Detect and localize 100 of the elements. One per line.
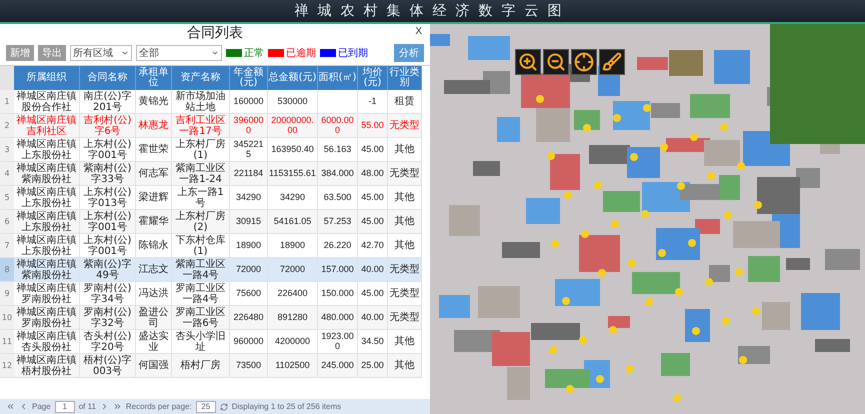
- table-cell: 45.00: [358, 138, 388, 162]
- table-cell: 57.253: [318, 210, 358, 234]
- table-cell: 75600: [230, 282, 268, 306]
- row-number[interactable]: 1: [0, 90, 14, 114]
- overview-thumbnail[interactable]: [668, 49, 704, 77]
- table-cell: 无类型: [388, 162, 422, 186]
- table-cell: 无类型: [388, 258, 422, 282]
- table-cell: 163950.40: [268, 138, 318, 162]
- map-tool-button[interactable]: [571, 49, 597, 75]
- table-cell: 18900: [230, 234, 268, 258]
- table-cell: 无类型: [388, 114, 422, 138]
- row-number[interactable]: 9: [0, 282, 14, 306]
- previous-page-icon[interactable]: [19, 402, 28, 411]
- table-cell: 下东村仓库(1): [172, 234, 230, 258]
- column-header[interactable]: 资产名称: [172, 66, 230, 90]
- column-header[interactable]: 承租单位: [136, 66, 172, 90]
- per-page-label: Records per page:: [126, 402, 192, 411]
- filter-select[interactable]: 全部: [136, 45, 222, 61]
- table-cell: 林惠龙: [136, 114, 172, 138]
- table-cell: 226400: [268, 282, 318, 306]
- row-number[interactable]: 6: [0, 210, 14, 234]
- table-cell: 紫南工业区一路4号: [172, 258, 230, 282]
- table-cell: 禅城区南庄镇上东股份社: [14, 234, 80, 258]
- row-number[interactable]: 7: [0, 234, 14, 258]
- table-cell: -1: [358, 90, 388, 114]
- row-number[interactable]: 3: [0, 138, 14, 162]
- legend-label: 已逾期: [286, 46, 316, 60]
- close-button[interactable]: X: [413, 26, 424, 37]
- last-page-icon[interactable]: [112, 402, 122, 411]
- table-cell: 罗南工业区一路6号: [172, 306, 230, 330]
- table-cell: 上东一路1号: [172, 186, 230, 210]
- table-cell: 江志文: [136, 258, 172, 282]
- table-cell: 上东村厂房(1): [172, 138, 230, 162]
- map-tool-button[interactable]: [515, 49, 541, 75]
- table-cell: 上东村(公)字001号: [80, 210, 136, 234]
- dialog-title: 合同列表: [187, 24, 243, 42]
- table-cell: 480.000: [318, 306, 358, 330]
- table-cell: 紫南工业区一路1-24: [172, 162, 230, 186]
- table-cell: [318, 90, 358, 114]
- table-cell: 20000000.00: [268, 114, 318, 138]
- column-header[interactable]: 年金额(元): [230, 66, 268, 90]
- table-cell: 上东村(公)字001号: [80, 138, 136, 162]
- table-cell: 34.50: [358, 330, 388, 354]
- table-cell: 其他: [388, 210, 422, 234]
- table-cell: 吉利村(公)字6号: [80, 114, 136, 138]
- table-cell: 891280: [268, 306, 318, 330]
- table-cell: 55.00: [358, 114, 388, 138]
- table-cell: 租赁: [388, 90, 422, 114]
- legend-label: 已到期: [338, 46, 368, 60]
- column-header[interactable]: 面积(㎡): [318, 66, 358, 90]
- table-cell: 杏头村(公)字20号: [80, 330, 136, 354]
- table-corner: [0, 66, 14, 90]
- table-cell: 上东村(公)字001号: [80, 234, 136, 258]
- table-cell: 245.000: [318, 354, 358, 378]
- region-select[interactable]: 所有区域: [70, 45, 132, 61]
- map-tool-button[interactable]: [543, 49, 569, 75]
- table-cell: 30915: [230, 210, 268, 234]
- table-cell: 罗南村(公)字32号: [80, 306, 136, 330]
- column-header[interactable]: 合同名称: [80, 66, 136, 90]
- row-number[interactable]: 10: [0, 306, 14, 330]
- table-cell: 1923.000: [318, 330, 358, 354]
- table-cell: 3452215: [230, 138, 268, 162]
- row-number[interactable]: 2: [0, 114, 14, 138]
- toolbar-button[interactable]: 新增: [6, 45, 34, 61]
- row-number[interactable]: 11: [0, 330, 14, 354]
- table-cell: 45.00: [358, 186, 388, 210]
- table-cell: 杏头小学旧址: [172, 330, 230, 354]
- table-cell: 禅城区南庄镇上东股份社: [14, 138, 80, 162]
- dropdown-caret-icon: [121, 49, 129, 57]
- first-page-icon[interactable]: [6, 402, 15, 411]
- table-cell: 梁进辉: [136, 186, 172, 210]
- row-number[interactable]: 4: [0, 162, 14, 186]
- table-cell: 梧村(公)字003号: [80, 354, 136, 378]
- column-header[interactable]: 总金额(元): [268, 66, 318, 90]
- table-cell: 其他: [388, 138, 422, 162]
- table-cell: 6000.000: [318, 114, 358, 138]
- map-tool-button[interactable]: [599, 49, 625, 75]
- column-header[interactable]: 均价(元): [358, 66, 388, 90]
- row-number[interactable]: 8: [0, 258, 14, 282]
- refresh-icon[interactable]: [220, 402, 228, 410]
- table-cell: 34290: [268, 186, 318, 210]
- column-header[interactable]: 所属组织: [14, 66, 80, 90]
- toolbar-button[interactable]: 导出: [38, 45, 66, 61]
- row-number[interactable]: 5: [0, 186, 14, 210]
- row-number[interactable]: 12: [0, 354, 14, 378]
- table-cell: 4200000: [268, 330, 318, 354]
- table-cell: 上东村厂房(2): [172, 210, 230, 234]
- per-page-select[interactable]: 25: [196, 400, 216, 412]
- column-header[interactable]: 行业类别: [388, 66, 422, 90]
- table-cell: 1153155.61: [268, 162, 318, 186]
- analyze-button[interactable]: 分析: [394, 44, 424, 62]
- page-input[interactable]: 1: [54, 400, 75, 412]
- table-cell: 禅城区南庄镇杏头股份社: [14, 330, 80, 354]
- table-cell: 何志军: [136, 162, 172, 186]
- table-cell: 禅城区南庄镇吉利社区: [14, 114, 80, 138]
- table-cell: 960000: [230, 330, 268, 354]
- page-label: Page: [32, 402, 51, 411]
- table-cell: 226480: [230, 306, 268, 330]
- table-cell: 其他: [388, 186, 422, 210]
- table-cell: 盈进公司: [136, 306, 172, 330]
